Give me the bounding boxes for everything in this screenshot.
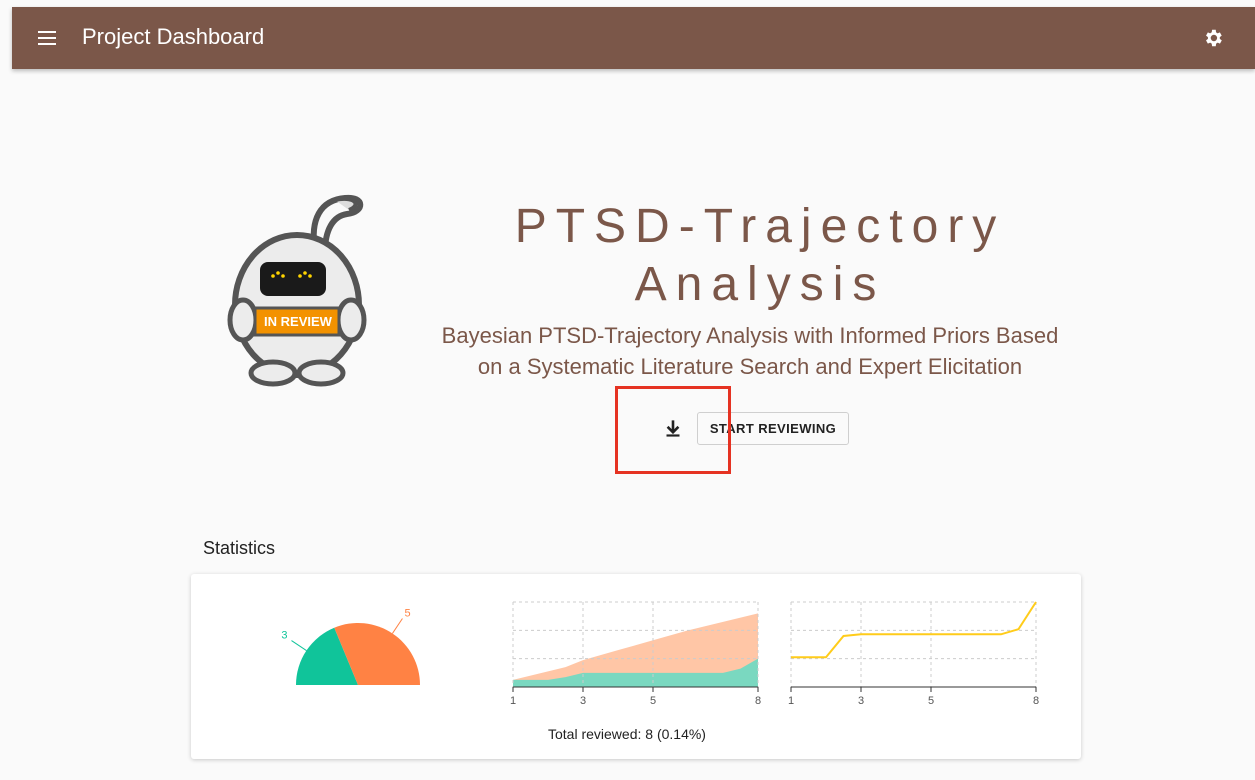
project-title-line-1: PTSD-Trajectory	[514, 200, 1006, 253]
robot-mascot-illustration: IN REVIEW	[225, 190, 370, 390]
progress-line-chart: 1 3 5 8	[788, 601, 1039, 707]
x-tick-label: 8	[1033, 695, 1039, 707]
line-series-0	[791, 601, 1037, 659]
gear-icon[interactable]	[1202, 27, 1224, 49]
download-icon[interactable]	[660, 416, 686, 442]
total-reviewed-text: Total reviewed: 8 (0.14%)	[548, 726, 706, 742]
progress-pie-chart: 35	[281, 607, 420, 685]
x-tick-label: 1	[788, 695, 794, 707]
start-reviewing-button[interactable]: START REVIEWING	[697, 412, 849, 445]
hamburger-menu-icon[interactable]	[38, 29, 56, 47]
project-subtitle: Bayesian PTSD-Trajectory Analysis with I…	[405, 320, 1095, 382]
progress-area-chart: 1 3 5 8	[510, 601, 761, 707]
statistics-heading: Statistics	[203, 538, 276, 558]
x-tick-label: 8	[755, 695, 761, 707]
project-title: PTSD-Trajectory Analysis	[470, 198, 1050, 314]
pie-label-line-5	[392, 618, 403, 634]
project-subtitle-line-1: Bayesian PTSD-Trajectory Analysis with I…	[441, 323, 1059, 348]
x-tick-label: 1	[510, 695, 516, 707]
x-tick-label: 3	[580, 695, 586, 707]
pie-label-line-3	[291, 640, 307, 651]
x-tick-label: 5	[650, 695, 656, 707]
project-title-line-2: Analysis	[634, 258, 886, 311]
pie-label-5: 5	[404, 607, 410, 619]
pie-label-3: 3	[281, 630, 287, 642]
x-tick-label: 3	[858, 695, 864, 707]
status-badge: IN REVIEW	[264, 314, 332, 329]
x-tick-label: 5	[928, 695, 934, 707]
page-title: Project Dashboard	[82, 24, 265, 49]
project-subtitle-line-2: on a Systematic Literature Search and Ex…	[477, 354, 1023, 379]
app-bar: Project Dashboard	[12, 7, 1255, 69]
